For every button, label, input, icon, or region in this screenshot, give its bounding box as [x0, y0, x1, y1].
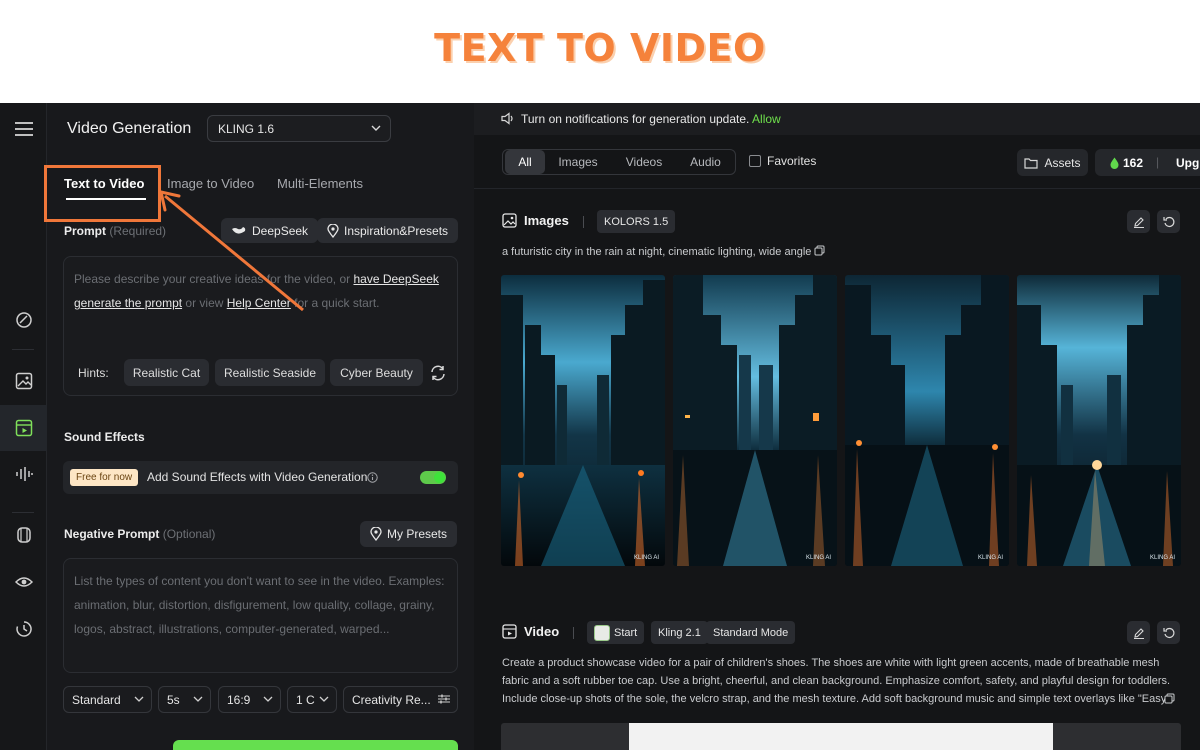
prompt-label: Prompt (Required) [64, 224, 167, 238]
output-count-select[interactable]: 1 C [287, 686, 337, 713]
location-pin-icon [370, 527, 382, 541]
info-icon[interactable] [367, 472, 378, 483]
generate-button[interactable] [173, 740, 458, 750]
image-icon [502, 213, 517, 228]
chevron-down-icon [319, 696, 329, 702]
tab-highlight-annotation [44, 165, 161, 222]
notification-text: Turn on notifications for generation upd… [521, 112, 781, 126]
model-select-value: KLING 1.6 [218, 122, 275, 136]
filter-images[interactable]: Images [549, 150, 607, 174]
model-tag: KOLORS 1.5 [597, 210, 676, 233]
my-presets-button[interactable]: My Presets [360, 521, 458, 547]
video-icon[interactable] [0, 405, 47, 451]
negative-prompt-label: Negative Prompt (Optional) [64, 527, 216, 541]
hints-row: Hints: Realistic Cat Realistic Seaside C… [74, 359, 449, 387]
annotation-arrow [159, 190, 304, 312]
location-pin-icon [327, 223, 339, 238]
filter-videos[interactable]: Videos [615, 150, 673, 174]
chevron-down-icon [134, 696, 144, 702]
model-select[interactable]: KLING 1.6 [207, 115, 391, 142]
left-rail [0, 103, 47, 750]
video-caption: Create a product showcase video for a pa… [502, 657, 1171, 705]
regenerate-button[interactable] [1157, 210, 1180, 233]
upgrade-link[interactable]: Upgra [1176, 156, 1200, 170]
chevron-down-icon [193, 696, 203, 702]
sound-effects-text: Add Sound Effects with Video Generation [147, 470, 368, 484]
mode-tag: Standard Mode [706, 621, 796, 644]
images-caption: a futuristic city in the rain at night, … [502, 243, 825, 261]
filter-all[interactable]: All [505, 150, 545, 174]
banner: TEXT TO VIDEO [0, 0, 1200, 103]
credits-display[interactable]: 162 | Upgra [1095, 149, 1200, 176]
page-title: Video Generation [67, 120, 192, 137]
start-frame-tag: Start [587, 621, 645, 644]
chevron-down-icon [263, 696, 273, 702]
credits-count: 162 [1123, 156, 1144, 170]
banner-title: TEXT TO VIDEO [434, 26, 766, 70]
copy-icon[interactable] [814, 245, 825, 256]
generated-image[interactable]: KLING AI [1017, 275, 1181, 566]
folder-icon [1024, 157, 1039, 169]
watermark: KLING AI [977, 555, 1003, 561]
eye-icon[interactable] [0, 559, 47, 605]
filter-tabs: All Images Videos Audio [502, 149, 736, 175]
creativity-select[interactable]: Creativity Re... [343, 686, 458, 713]
favorites-checkbox[interactable]: Favorites [749, 154, 816, 168]
filter-audio[interactable]: Audio [678, 150, 733, 174]
generated-video[interactable] [501, 723, 1181, 750]
edit-button[interactable] [1127, 210, 1150, 233]
undo-icon [1162, 216, 1174, 227]
edit-button[interactable] [1127, 621, 1150, 644]
history-icon[interactable] [0, 606, 47, 652]
generated-image[interactable]: KLING AI [845, 275, 1009, 566]
undo-icon [1162, 627, 1174, 638]
speaker-icon [501, 112, 513, 125]
spark-icon[interactable] [0, 297, 47, 343]
audio-icon[interactable] [0, 451, 47, 497]
hint-chip[interactable]: Realistic Cat [124, 359, 209, 386]
menu-icon[interactable] [0, 106, 47, 152]
inspiration-presets-button[interactable]: Inspiration&Presets [317, 218, 459, 243]
copy-icon[interactable] [1164, 693, 1175, 704]
pencil-icon [1133, 627, 1144, 639]
app-window: Video Generation KLING 1.6 Text to Video… [0, 103, 1200, 750]
free-badge: Free for now [70, 469, 139, 486]
image-icon[interactable] [0, 358, 47, 404]
hint-chip[interactable]: Realistic Seaside [215, 359, 325, 386]
model-tag: Kling 2.1 [651, 621, 708, 644]
refresh-icon[interactable] [429, 364, 447, 382]
shoe-thumbnail [594, 624, 610, 641]
notification-bar: Turn on notifications for generation upd… [474, 103, 1200, 135]
images-section-title: Images [502, 213, 569, 228]
aspect-ratio-select[interactable]: 16:9 [218, 686, 281, 713]
watermark: KLING AI [1149, 555, 1175, 561]
chevron-down-icon [371, 125, 381, 131]
allow-link[interactable]: Allow [752, 112, 781, 126]
sound-effects-label: Sound Effects [64, 430, 145, 444]
sound-effects-toggle[interactable] [420, 471, 446, 484]
divider [474, 188, 1200, 189]
sliders-icon [438, 694, 450, 704]
generated-image[interactable]: KLING AI [673, 275, 837, 566]
negative-prompt-placeholder: List the types of content you don't want… [74, 574, 445, 636]
credit-drop-icon [1110, 157, 1119, 169]
watermark: KLING AI [633, 555, 659, 561]
regenerate-button[interactable] [1157, 621, 1180, 644]
watermark: KLING AI [805, 555, 831, 561]
negative-prompt-input[interactable]: List the types of content you don't want… [63, 558, 458, 673]
duration-select[interactable]: 5s [158, 686, 211, 713]
hints-label: Hints: [78, 366, 109, 380]
hint-chip[interactable]: Cyber Beauty [330, 359, 423, 386]
quality-select[interactable]: Standard [63, 686, 152, 713]
sound-effects-row: Free for now Add Sound Effects with Vide… [63, 461, 458, 494]
video-icon [502, 624, 517, 639]
pencil-icon [1133, 216, 1144, 228]
video-section-title: Video [502, 624, 559, 639]
assets-area: Turn on notifications for generation upd… [474, 103, 1200, 750]
cube-icon[interactable] [0, 512, 47, 558]
generated-image[interactable]: KLING AI [501, 275, 665, 566]
assets-button[interactable]: Assets [1017, 149, 1088, 176]
checkbox[interactable] [749, 155, 761, 167]
